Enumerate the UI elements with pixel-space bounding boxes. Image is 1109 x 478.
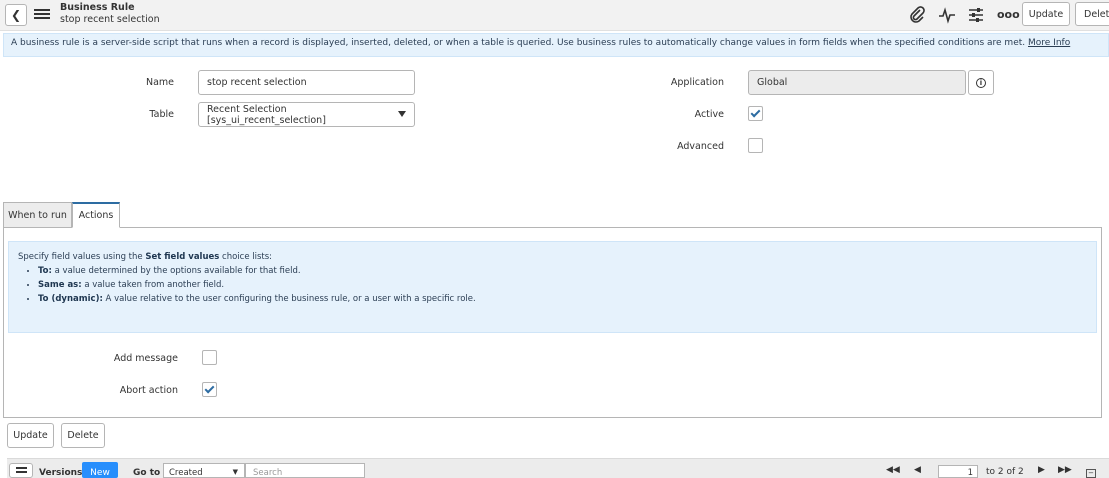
update-button[interactable]: Update (7, 423, 54, 448)
info-banner: A business rule is a server-side script … (3, 33, 1109, 57)
versions-label: Versions (39, 468, 83, 478)
settings-sliders-icon[interactable] (967, 6, 985, 28)
collapse-icon[interactable]: − (1086, 469, 1096, 478)
previous-page-icon[interactable]: ◀ (914, 465, 921, 475)
last-page-icon[interactable]: ▶▶ (1058, 465, 1072, 475)
table-select-value: Recent Selection [sys_ui_recent_selectio… (207, 103, 326, 126)
menu-icon (15, 467, 27, 473)
list-menu-button[interactable] (9, 463, 33, 478)
header-delete-button[interactable]: Delete (1075, 2, 1109, 26)
activity-icon[interactable] (938, 6, 956, 28)
more-info-link[interactable]: More Info (1028, 38, 1070, 48)
paperclip-icon[interactable] (908, 6, 926, 28)
active-checkbox[interactable] (748, 106, 763, 121)
first-page-icon[interactable]: ◀◀ (886, 465, 900, 475)
abort-action-label: Abort action (119, 385, 178, 396)
banner-text: A business rule is a server-side script … (11, 38, 1026, 48)
help-list-item: Same as: a value taken from another fiel… (38, 278, 1087, 292)
help-list-item: To (dynamic): A value relative to the us… (38, 292, 1087, 306)
active-label: Active (694, 109, 724, 120)
tab-actions[interactable]: Actions (72, 202, 120, 228)
goto-field-select[interactable]: Created ▼ (163, 463, 245, 478)
add-message-label: Add message (113, 353, 178, 364)
actions-help-box: Specify field values using the Set field… (8, 241, 1097, 333)
next-page-icon[interactable]: ▶ (1038, 465, 1045, 475)
page-number-input[interactable]: 1 (938, 465, 978, 478)
chevron-left-icon: ❮ (10, 8, 22, 22)
help-list: To: a value determined by the options av… (18, 264, 1087, 306)
add-message-checkbox[interactable] (202, 350, 217, 365)
application-info-button[interactable]: i (968, 70, 994, 95)
checkmark-icon (204, 383, 215, 394)
new-button[interactable]: New (82, 462, 118, 478)
help-intro: Specify field values using the Set field… (18, 252, 273, 262)
header-update-button[interactable]: Update (1022, 2, 1070, 26)
back-button[interactable]: ❮ (5, 4, 27, 26)
tab-when-to-run[interactable]: When to run (3, 202, 72, 228)
delete-button[interactable]: Delete (61, 423, 105, 448)
application-field: Global (748, 70, 966, 95)
help-list-item: To: a value determined by the options av… (38, 264, 1087, 278)
abort-action-checkbox[interactable] (202, 382, 217, 397)
more-options-icon[interactable]: ooo (997, 8, 1020, 21)
info-icon: i (976, 77, 986, 88)
name-label: Name (145, 77, 174, 88)
table-select[interactable]: Recent Selection [sys_ui_recent_selectio… (198, 102, 415, 127)
record-name-title: stop recent selection (60, 14, 160, 25)
advanced-label: Advanced (677, 141, 724, 152)
table-label: Table (149, 109, 174, 120)
record-type-title: Business Rule (60, 2, 135, 13)
name-input[interactable]: stop recent selection (198, 70, 415, 95)
application-label: Application (670, 77, 724, 88)
caret-down-icon (398, 111, 406, 117)
form-context-menu-icon[interactable] (34, 7, 50, 23)
goto-label: Go to (133, 468, 161, 478)
page-range-text: to 2 of 2 (986, 467, 1024, 477)
advanced-checkbox[interactable] (748, 138, 763, 153)
search-input[interactable]: Search (245, 463, 365, 478)
caret-down-icon: ▼ (232, 468, 238, 476)
checkmark-icon (750, 107, 761, 118)
